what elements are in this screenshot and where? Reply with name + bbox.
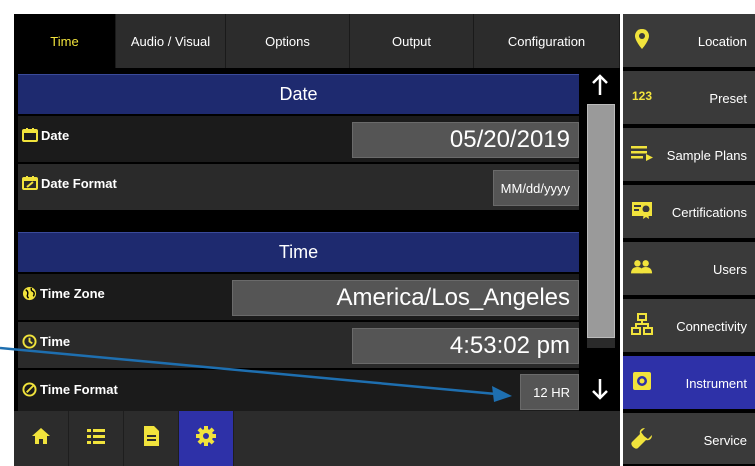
users-icon [631,256,653,278]
home-icon [30,426,52,451]
date-format-row-label: Date Format [22,164,117,210]
sidebar-item-label: Instrument [685,376,747,391]
time-format-row: Time Format 12 HR [18,370,579,411]
sidebar-item-label: Users [713,262,747,277]
arrow-up-icon [591,73,609,101]
time-zone-row-label: Time Zone [22,274,105,320]
calendar-icon [22,128,41,145]
instrument-settings-screen: Time Audio / Visual Options Output Confi… [0,0,755,466]
tab-label: Options [265,33,310,49]
tab-options[interactable]: Options [226,14,350,68]
sidebar-item-label: Preset [709,91,747,106]
instrument-gear-icon [631,370,653,392]
sidebar-item-location[interactable]: Location [623,14,755,69]
time-value-field[interactable]: 4:53:02 pm [352,328,579,364]
scroll-up-button[interactable] [585,72,615,102]
certificate-icon [631,199,653,221]
settings-gear-icon [195,425,217,452]
date-format-row: Date Format MM/dd/yyyy [18,164,579,210]
sidebar-item-label: Sample Plans [666,148,747,163]
arrow-down-icon [591,378,609,405]
sidebar-item-certifications[interactable]: Certifications [623,185,755,240]
document-icon [142,425,160,452]
time-format-value: 12 HR [533,384,570,400]
clock-icon [22,334,40,352]
clock-edit-icon [22,382,40,400]
time-row: Time 4:53:02 pm [18,322,579,368]
tab-time[interactable]: Time [14,14,116,68]
network-icon [631,313,653,335]
section-title: Date [279,84,318,104]
sidebar-item-instrument[interactable]: Instrument [623,356,755,411]
globe-icon [22,286,40,304]
date-format-value: MM/dd/yyyy [500,180,570,196]
date-label: Date [41,128,70,143]
document-button[interactable] [124,411,179,466]
time-section-header: Time [18,232,579,272]
numbers-icon: 123 [631,89,653,103]
time-zone-value: America/Los_Angeles [336,284,570,311]
sidebar-item-preset[interactable]: 123 Preset [623,71,755,126]
time-zone-field[interactable]: America/Los_Angeles [232,280,579,316]
time-zone-row: Time Zone America/Los_Angeles [18,274,579,320]
tab-label: Output [391,33,432,49]
settings-button[interactable] [179,411,234,466]
time-label: Time [40,334,71,349]
date-row-label: Date [22,116,69,162]
sidebar-item-service[interactable]: Service [623,413,755,466]
section-title: Time [278,242,319,262]
date-format-label: Date Format [41,176,117,191]
sidebar-item-label: Certifications [671,205,747,220]
tab-label: Configuration [507,33,586,49]
home-button[interactable] [14,411,69,466]
sidebar-item-sample-plans[interactable]: Sample Plans [623,128,755,183]
main-panel: Time Audio / Visual Options Output Confi… [14,14,620,411]
date-value: 05/20/2019 [449,126,570,153]
list-icon [86,427,106,450]
list-button[interactable] [69,411,124,466]
sidebar-item-label: Service [703,433,747,448]
time-format-field[interactable]: 12 HR [520,374,579,410]
date-format-field[interactable]: MM/dd/yyyy [493,170,579,206]
sidebar-item-label: Location [697,34,747,49]
bottom-nav-bar [14,411,620,466]
time-format-label: Time Format [40,382,118,397]
date-value-field[interactable]: 05/20/2019 [352,122,579,158]
calendar-edit-icon [22,176,41,193]
tab-label: Time [50,33,79,49]
scrollbar-thumb[interactable] [587,104,615,338]
tab-audio-visual[interactable]: Audio / Visual [116,14,226,68]
time-format-row-label: Time Format [22,370,118,416]
sidebar-item-connectivity[interactable]: Connectivity [623,299,755,354]
sidebar-item-label: Connectivity [676,319,747,334]
scroll-down-button[interactable] [585,376,615,406]
tab-output[interactable]: Output [350,14,474,68]
tab-bar: Time Audio / Visual Options Output Confi… [14,14,620,68]
tab-label: Audio / Visual [130,33,211,49]
time-value: 4:53:02 pm [449,332,570,359]
right-sidebar: Location 123 Preset Sample Plans Certifi… [623,14,755,466]
time-zone-label: Time Zone [40,286,105,301]
list-arrow-icon [631,142,653,164]
settings-content: Date Date 05/20/2019 Date Format MM/dd/y… [14,68,620,411]
date-section-header: Date [18,74,579,114]
date-row: Date 05/20/2019 [18,116,579,162]
tab-configuration[interactable]: Configuration [474,14,620,68]
map-pin-icon [631,28,653,50]
time-row-label: Time [22,322,70,368]
scrollbar-track[interactable] [587,104,615,348]
wrench-icon [631,427,653,449]
sidebar-item-users[interactable]: Users [623,242,755,297]
